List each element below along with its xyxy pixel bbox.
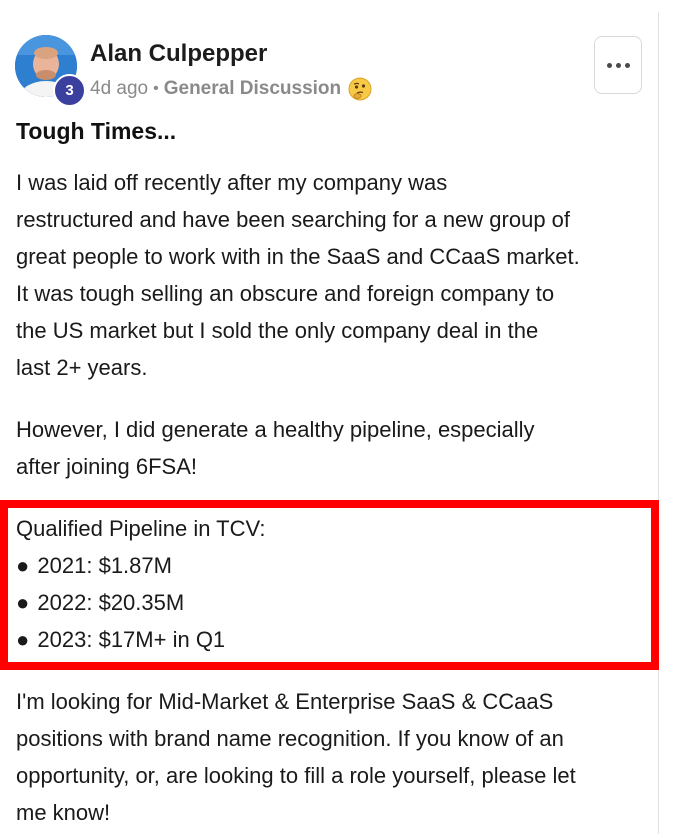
post-paragraph-2: However, I did generate a healthy pipeli… — [16, 411, 646, 485]
pipeline-item: ● 2022: $20.35M — [16, 584, 265, 621]
pipeline-item-text: 2022: $20.35M — [37, 590, 185, 615]
paragraph-line: I was laid off recently after my company… — [16, 170, 448, 195]
bullet-icon: ● — [16, 553, 30, 578]
pipeline-item: ● 2023: $17M+ in Q1 — [16, 621, 265, 658]
post-title: Tough Times... — [16, 118, 177, 144]
author-avatar-wrap[interactable]: 3 — [15, 35, 86, 107]
pipeline-list: Qualified Pipeline in TCV: ● 2021: $1.87… — [16, 510, 265, 658]
post-paragraph-3: I'm looking for Mid-Market & Enterprise … — [16, 683, 646, 831]
paragraph-line: last 2+ years. — [16, 355, 148, 380]
pipeline-item-text: 2023: $17M+ in Q1 — [37, 627, 226, 652]
post-time: 4d ago — [90, 78, 149, 99]
pipeline-heading: Qualified Pipeline in TCV: — [16, 516, 266, 541]
level-badge: 3 — [53, 74, 86, 107]
feed-divider — [658, 12, 659, 834]
more-dots-icon — [606, 62, 630, 68]
bullet-icon: ● — [16, 627, 30, 652]
paragraph-line: me know! — [16, 800, 111, 825]
paragraph-line: great people to work with in the SaaS an… — [16, 244, 580, 269]
post-card: 3 Alan Culpepper 4d ago • General Discus… — [0, 0, 659, 834]
paragraph-line: the US market but I sold the only compan… — [16, 318, 539, 343]
meta-separator: • — [153, 80, 159, 97]
pipeline-item-text: 2021: $1.87M — [37, 553, 172, 578]
paragraph-line: restructured and have been searching for… — [16, 207, 571, 232]
bullet-icon: ● — [16, 590, 30, 615]
post-meta: 4d ago • General Discussion — [90, 75, 372, 103]
author-name[interactable]: Alan Culpepper — [90, 40, 267, 68]
paragraph-line: positions with brand name recognition. I… — [16, 726, 564, 751]
post-paragraph-1: I was laid off recently after my company… — [16, 164, 646, 386]
paragraph-line: I'm looking for Mid-Market & Enterprise … — [16, 689, 554, 714]
pipeline-item: ● 2021: $1.87M — [16, 547, 265, 584]
paragraph-line: after joining 6FSA! — [16, 454, 197, 479]
paragraph-line: It was tough selling an obscure and fore… — [16, 281, 555, 306]
post-category[interactable]: General Discussion — [164, 78, 341, 100]
thinking-face-icon — [348, 77, 372, 101]
paragraph-line: opportunity, or, are looking to fill a r… — [16, 763, 576, 788]
paragraph-line: However, I did generate a healthy pipeli… — [16, 417, 535, 442]
more-options-button[interactable] — [594, 36, 642, 94]
